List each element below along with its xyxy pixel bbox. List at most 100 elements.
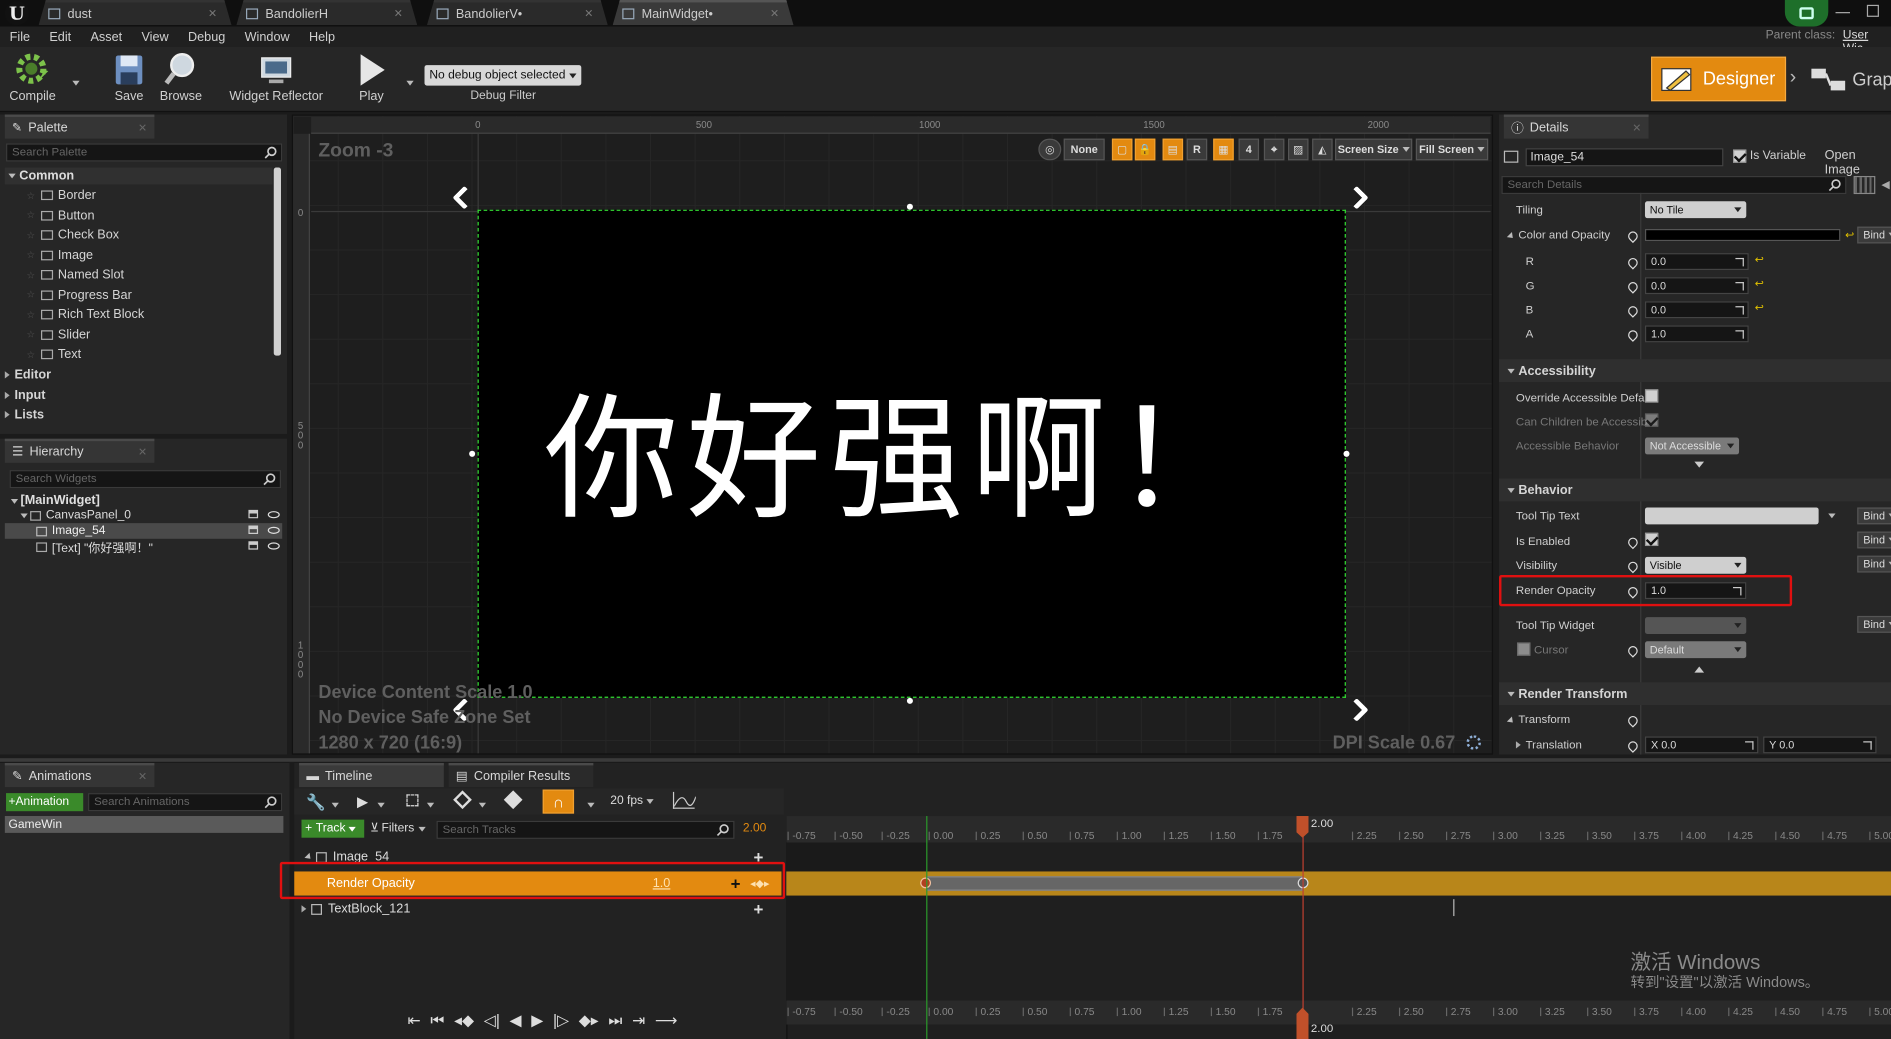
visibility-eye-icon[interactable] bbox=[267, 542, 280, 550]
menu-item-asset[interactable]: Asset bbox=[90, 30, 122, 44]
animations-search-input[interactable]: Search Animations bbox=[88, 793, 283, 812]
resize-handle-top[interactable] bbox=[906, 203, 913, 210]
palette-item[interactable]: ☆ Rich Text Block bbox=[27, 307, 145, 321]
step-frame-back-icon[interactable]: ◁| bbox=[484, 1011, 500, 1030]
color-channel-input[interactable]: 1.0 bbox=[1644, 325, 1749, 343]
palette-item[interactable]: ☆ Text bbox=[27, 347, 82, 361]
minimize-button[interactable] bbox=[1835, 12, 1850, 14]
palette-item[interactable]: ☆ Slider bbox=[27, 327, 91, 341]
play-options-chevron-icon[interactable] bbox=[403, 76, 414, 89]
palette-category[interactable]: Editor bbox=[4, 368, 51, 382]
playhead-line[interactable] bbox=[1302, 816, 1304, 1039]
jump-to-start-icon[interactable]: ⇤ bbox=[408, 1011, 421, 1030]
palette-scrollbar[interactable] bbox=[273, 167, 281, 356]
image-widget-canvas[interactable]: 你好强啊！ bbox=[477, 209, 1346, 698]
prev-key-icon[interactable]: ◂◆ bbox=[454, 1011, 474, 1030]
lock-icon[interactable] bbox=[248, 525, 259, 534]
color-revert-arrow-icon[interactable]: ↩ bbox=[1845, 229, 1854, 242]
details-close-icon[interactable]: ✕ bbox=[1632, 121, 1641, 134]
play-options-chevron-icon[interactable] bbox=[374, 798, 385, 811]
channel-revert-arrow-icon[interactable]: ↩ bbox=[1755, 301, 1764, 314]
tool-tip-bind-button[interactable]: Bind bbox=[1857, 507, 1891, 525]
next-key-icon[interactable]: ◆▸ bbox=[579, 1011, 599, 1030]
favorite-star-icon[interactable]: ☆ bbox=[27, 190, 37, 201]
cursor-dropdown[interactable]: Default bbox=[1644, 641, 1747, 659]
lock-icon[interactable] bbox=[248, 541, 259, 550]
resize-handle-left[interactable] bbox=[469, 450, 476, 457]
step-frame-forward-icon[interactable]: |▷ bbox=[553, 1011, 569, 1030]
favorite-star-icon[interactable]: ☆ bbox=[27, 329, 37, 340]
reset-to-default-icon[interactable] bbox=[1626, 304, 1640, 318]
hierarchy-text-row[interactable]: [Text] "你好强啊！" bbox=[36, 539, 282, 556]
visibility-dropdown[interactable]: Visible bbox=[1644, 556, 1747, 574]
palette-item[interactable]: ☆ Named Slot bbox=[27, 268, 125, 282]
palette-close-icon[interactable]: ✕ bbox=[138, 121, 147, 134]
animations-close-icon[interactable]: ✕ bbox=[138, 770, 147, 783]
add-animation-button[interactable]: +Animation bbox=[6, 793, 84, 812]
favorite-star-icon[interactable]: ☆ bbox=[27, 269, 37, 280]
visibility-eye-icon[interactable] bbox=[267, 511, 280, 519]
key-chevron-icon[interactable] bbox=[475, 798, 487, 811]
menu-item-window[interactable]: Window bbox=[245, 30, 290, 44]
dpi-settings-gear-icon[interactable] bbox=[1466, 735, 1481, 750]
visibility-eye-icon[interactable] bbox=[267, 526, 280, 534]
outline-icon[interactable]: ⌖ bbox=[1263, 138, 1285, 161]
behavior-collapse-arrow-icon[interactable] bbox=[1694, 666, 1705, 673]
selection-icon[interactable] bbox=[406, 794, 419, 807]
color-bind-button[interactable]: Bind bbox=[1857, 226, 1891, 244]
reset-to-default-icon[interactable] bbox=[1626, 739, 1640, 753]
palette-item[interactable]: ☆ Image bbox=[27, 248, 94, 262]
current-time-value[interactable]: 2.00 bbox=[743, 822, 766, 835]
channel-revert-arrow-icon[interactable]: ↩ bbox=[1755, 277, 1764, 290]
tool-tip-text-chevron-icon[interactable] bbox=[1825, 509, 1836, 522]
loop-icon[interactable]: ⟶ bbox=[655, 1011, 677, 1030]
hierarchy-root[interactable]: [MainWidget] bbox=[7, 493, 100, 507]
palette-item[interactable]: ☆ Border bbox=[27, 188, 96, 202]
wrench-chevron-icon[interactable] bbox=[328, 798, 339, 811]
filters-button[interactable]: ⊻ Filters bbox=[370, 820, 426, 838]
play-button[interactable]: Play bbox=[347, 51, 395, 104]
resize-handle-bottom[interactable] bbox=[906, 697, 913, 704]
document-tab[interactable]: dust ✕ bbox=[39, 0, 232, 25]
playhead-handle-bottom[interactable] bbox=[1296, 1007, 1309, 1039]
hierarchy-tab[interactable]: ☰ Hierarchy ✕ bbox=[4, 438, 155, 463]
hierarchy-search-input[interactable]: Search Widgets bbox=[9, 470, 281, 489]
resize-handle-right[interactable] bbox=[1343, 450, 1350, 457]
menu-item-help[interactable]: Help bbox=[309, 30, 335, 44]
tab-close-icon[interactable]: ✕ bbox=[584, 7, 593, 20]
property-matrix-icon[interactable] bbox=[1853, 175, 1876, 195]
document-tab[interactable]: BandolierV• ✕ bbox=[427, 0, 608, 25]
tool-tip-widget-dropdown[interactable] bbox=[1644, 617, 1747, 635]
palette-item[interactable]: ☆ Progress Bar bbox=[27, 287, 132, 301]
debug-object-dropdown[interactable]: No debug object selected bbox=[424, 65, 582, 86]
render-transform-section-header[interactable]: Render Transform bbox=[1499, 682, 1891, 706]
grid-size-button[interactable]: 4 bbox=[1238, 138, 1260, 161]
wrench-icon[interactable]: 🔧 bbox=[306, 793, 326, 812]
favorite-star-icon[interactable]: ☆ bbox=[27, 210, 37, 221]
selection-chevron-icon[interactable] bbox=[423, 798, 435, 811]
open-image-link[interactable]: Open Image bbox=[1825, 148, 1891, 177]
palette-search-input[interactable]: Search Palette bbox=[6, 143, 283, 162]
details-scroll-arrow-icon[interactable]: ◀ bbox=[1881, 178, 1889, 191]
override-accessible-checkbox[interactable] bbox=[1644, 389, 1659, 403]
visibility-bind-button[interactable]: Bind bbox=[1857, 555, 1891, 573]
play-reverse-icon[interactable]: ◀ bbox=[510, 1011, 522, 1030]
tiling-dropdown[interactable]: No Tile bbox=[1644, 201, 1747, 219]
widget-name-input[interactable]: Image_54 bbox=[1525, 147, 1724, 166]
layout-snap-icon[interactable]: ▤ bbox=[1162, 138, 1184, 161]
favorite-star-icon[interactable]: ☆ bbox=[27, 230, 37, 241]
reset-to-default-icon[interactable] bbox=[1626, 229, 1640, 244]
timeline-tab[interactable]: ▬ Timeline bbox=[299, 762, 444, 788]
document-tab[interactable]: BandolierH ✕ bbox=[236, 0, 417, 25]
add-track-button[interactable]: + Track bbox=[301, 819, 365, 838]
fill-screen-dropdown[interactable]: Fill Screen bbox=[1415, 138, 1489, 161]
behavior-section-header[interactable]: Behavior bbox=[1499, 478, 1891, 502]
tool-tip-widget-bind-button[interactable]: Bind bbox=[1857, 615, 1891, 633]
palette-tab[interactable]: ✎ Palette ✕ bbox=[4, 114, 155, 139]
tab-close-icon[interactable]: ✕ bbox=[770, 7, 779, 20]
tab-close-icon[interactable]: ✕ bbox=[394, 7, 403, 20]
can-children-checkbox[interactable] bbox=[1644, 413, 1659, 427]
color-channel-input[interactable]: 0.0 bbox=[1644, 277, 1749, 295]
step-forward-icon[interactable]: ⏭ bbox=[608, 1011, 622, 1030]
search-tracks-input[interactable]: Search Tracks bbox=[436, 820, 735, 839]
